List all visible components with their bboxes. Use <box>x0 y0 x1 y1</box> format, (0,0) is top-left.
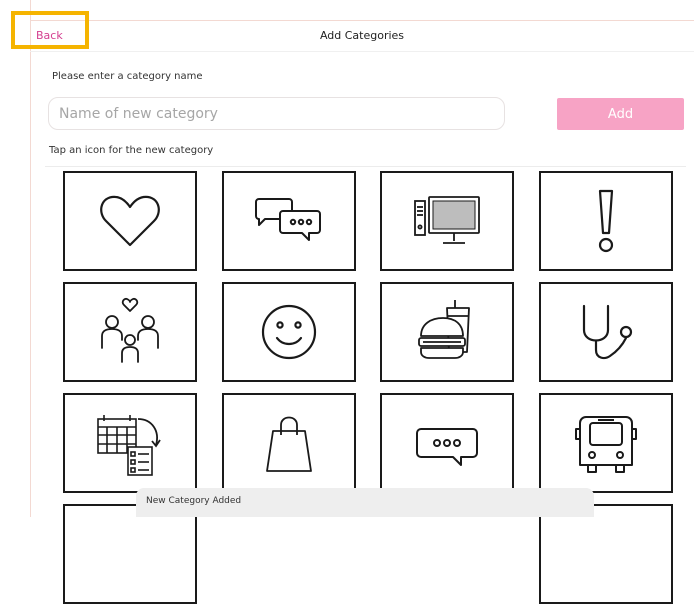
icon-tile-bag[interactable] <box>222 393 356 493</box>
page-title: Add Categories <box>319 29 405 42</box>
icon-tile-row4-4[interactable] <box>539 504 673 604</box>
icon-tile-food[interactable] <box>380 282 514 382</box>
icon-tile-speech[interactable] <box>380 393 514 493</box>
icon-tile-heart[interactable] <box>63 171 197 271</box>
header-bar: Back Add Categories <box>30 21 694 52</box>
icon-tile-row4-1[interactable] <box>63 504 197 604</box>
icon-tile-chat[interactable] <box>222 171 356 271</box>
left-border <box>30 0 31 517</box>
calendar-schedule-icon <box>97 415 161 476</box>
add-button[interactable]: Add <box>557 98 684 130</box>
toast-notification: New Category Added <box>136 488 594 517</box>
icon-tile-computer[interactable] <box>380 171 514 271</box>
back-highlight <box>11 11 89 49</box>
icon-tile-calendar[interactable] <box>63 393 197 493</box>
category-name-input[interactable] <box>48 97 505 130</box>
exclamation-icon <box>598 189 614 253</box>
bus-icon <box>575 416 637 473</box>
shopping-bag-icon <box>266 416 312 472</box>
icon-choice-label: Tap an icon for the new category <box>49 145 214 156</box>
stethoscope-icon <box>582 304 633 360</box>
icon-tile-smiley[interactable] <box>222 282 356 382</box>
icon-tile-stethoscope[interactable] <box>539 282 673 382</box>
divider <box>45 166 686 167</box>
icon-tile-family[interactable] <box>63 282 197 382</box>
icon-tile-bus[interactable] <box>539 393 673 493</box>
speech-bubble-icon <box>416 428 478 466</box>
computer-icon <box>414 196 480 244</box>
smiley-face-icon <box>261 304 317 360</box>
category-name-label: Please enter a category name <box>52 71 203 82</box>
chat-bubbles-icon <box>255 198 321 241</box>
family-icon <box>101 297 159 363</box>
heart-icon <box>100 195 160 247</box>
fast-food-icon <box>418 300 470 359</box>
icon-tile-exclamation[interactable] <box>539 171 673 271</box>
